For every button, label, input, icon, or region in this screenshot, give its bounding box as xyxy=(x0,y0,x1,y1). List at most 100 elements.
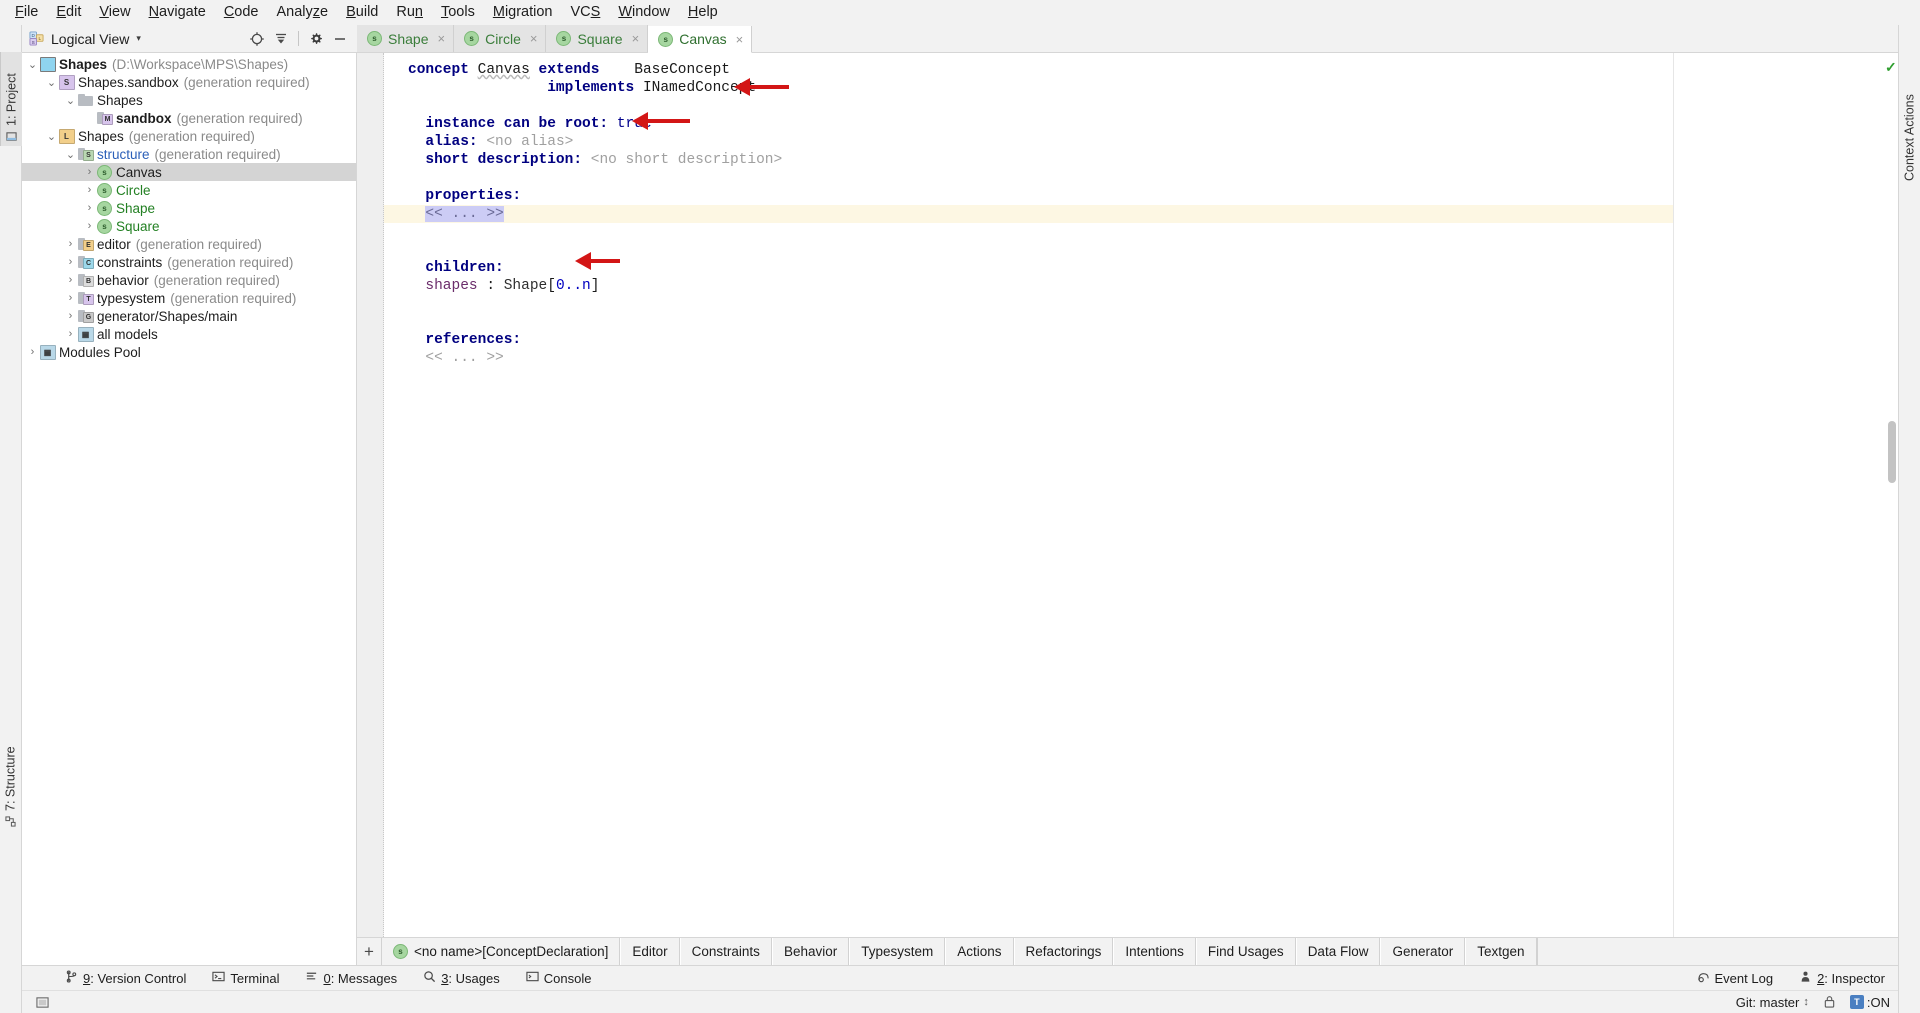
tree-row[interactable]: › s Circle xyxy=(22,181,356,199)
tree-row[interactable]: › s Square xyxy=(22,217,356,235)
menu-item-build[interactable]: Build xyxy=(337,2,387,23)
chevron-down-icon[interactable]: ⌄ xyxy=(45,76,58,89)
tree-row[interactable]: › ▦ all models xyxy=(22,325,356,343)
code-line[interactable]: instance can be root: true xyxy=(384,115,1673,133)
chevron-down-icon[interactable]: ⌄ xyxy=(26,58,39,71)
error-stripe[interactable]: ✓ xyxy=(1884,53,1898,937)
project-tree[interactable]: ⌄ Shapes (D:\Workspace\MPS\Shapes) ⌄ S Shapes… xyxy=(22,53,357,965)
tree-row[interactable]: › Bbehavior (generation required) xyxy=(22,271,356,289)
close-icon[interactable]: × xyxy=(530,31,538,46)
editor-scrollbar-thumb[interactable] xyxy=(1888,421,1896,483)
settings-gear-icon[interactable] xyxy=(305,28,327,50)
code-line[interactable]: short description: <no short description… xyxy=(384,151,1673,169)
tree-row[interactable]: ⌄ L Shapes (generation required) xyxy=(22,127,356,145)
hide-panel-icon[interactable] xyxy=(329,28,351,50)
code-line[interactable]: implements INamedConcept xyxy=(384,79,1673,97)
tool-button-9-version-control[interactable]: 9: Version Control xyxy=(52,970,199,986)
code-line[interactable]: << ... >> xyxy=(384,205,1673,223)
chevron-right-icon[interactable]: › xyxy=(26,346,39,358)
node-tab-refactorings[interactable]: Refactorings xyxy=(1013,938,1114,965)
chevron-down-icon[interactable]: ⌄ xyxy=(64,148,77,161)
menu-item-vcs[interactable]: VCS xyxy=(562,2,610,23)
tool-button-event-log[interactable]: Event Log xyxy=(1684,970,1787,986)
chevron-right-icon[interactable]: › xyxy=(83,220,96,232)
tree-row[interactable]: ⌄ Shapes (D:\Workspace\MPS\Shapes) xyxy=(22,55,356,73)
code-line[interactable] xyxy=(384,223,1673,241)
node-tab-intentions[interactable]: Intentions xyxy=(1113,938,1196,965)
sidebar-tab-structure[interactable]: 7: Structure xyxy=(0,737,21,831)
node-tab-actions[interactable]: Actions xyxy=(945,938,1014,965)
tree-row[interactable]: Msandbox (generation required) xyxy=(22,109,356,127)
tool-button-2-inspector[interactable]: 2: Inspector xyxy=(1786,970,1898,986)
code-line[interactable] xyxy=(384,241,1673,259)
editor-tab-circle[interactable]: s Circle × xyxy=(454,25,547,52)
editor-tab-shape[interactable]: s Shape × xyxy=(357,25,455,52)
menu-item-file[interactable]: File xyxy=(6,2,47,23)
chevron-down-icon[interactable]: ⌄ xyxy=(64,94,77,107)
tree-row[interactable]: › Ggenerator/Shapes/main xyxy=(22,307,356,325)
code-line[interactable]: properties: xyxy=(384,187,1673,205)
tree-row[interactable]: ⌄ S Shapes.sandbox (generation required) xyxy=(22,73,356,91)
menu-item-help[interactable]: Help xyxy=(679,2,727,23)
tool-button-terminal[interactable]: Terminal xyxy=(199,970,292,986)
tree-row[interactable]: › s Canvas xyxy=(22,163,356,181)
add-aspect-button[interactable]: + xyxy=(357,938,381,965)
node-tab-no-name-conceptdeclaration[interactable]: s <no name>[ConceptDeclaration] xyxy=(381,938,621,965)
close-icon[interactable]: × xyxy=(736,32,744,47)
tool-button-0-messages[interactable]: 0: Messages xyxy=(292,970,410,986)
tree-row[interactable]: › Cconstraints (generation required) xyxy=(22,253,356,271)
node-tab-textgen[interactable]: Textgen xyxy=(1465,938,1537,965)
node-tab-editor[interactable]: Editor xyxy=(620,938,680,965)
tree-row[interactable]: › Eeditor (generation required) xyxy=(22,235,356,253)
node-tab-data-flow[interactable]: Data Flow xyxy=(1295,938,1381,965)
close-icon[interactable]: × xyxy=(632,31,640,46)
code-line[interactable]: << ... >> xyxy=(384,349,1673,367)
code-line[interactable] xyxy=(384,295,1673,313)
menu-item-code[interactable]: Code xyxy=(215,2,268,23)
tool-button-3-usages[interactable]: 3: Usages xyxy=(410,970,513,986)
chevron-right-icon[interactable]: › xyxy=(64,328,77,340)
chevron-right-icon[interactable]: › xyxy=(64,310,77,322)
close-icon[interactable]: × xyxy=(437,31,445,46)
code-line[interactable] xyxy=(384,313,1673,331)
menu-item-navigate[interactable]: Navigate xyxy=(140,2,215,23)
code-line[interactable]: alias: <no alias> xyxy=(384,133,1673,151)
node-tab-find-usages[interactable]: Find Usages xyxy=(1195,938,1296,965)
chevron-right-icon[interactable]: › xyxy=(64,292,77,304)
node-tab-behavior[interactable]: Behavior xyxy=(771,938,850,965)
code-area[interactable]: concept Canvas extends BaseConcept imple… xyxy=(384,53,1673,937)
node-tab-generator[interactable]: Generator xyxy=(1380,938,1466,965)
code-line[interactable] xyxy=(384,97,1673,115)
menu-item-analyze[interactable]: Analyze xyxy=(268,2,338,23)
git-branch-widget[interactable]: Git: master ↕ xyxy=(1736,995,1809,1010)
code-line[interactable]: concept Canvas extends BaseConcept xyxy=(384,61,1673,79)
code-line[interactable]: shapes : Shape[0..n] xyxy=(384,277,1673,295)
menu-item-edit[interactable]: Edit xyxy=(47,2,90,23)
sidebar-tab-context-actions[interactable]: Context Actions xyxy=(1899,52,1920,185)
node-tab-typesystem[interactable]: Typesystem xyxy=(849,938,946,965)
chevron-down-icon[interactable]: ⌄ xyxy=(45,130,58,143)
tool-button-console[interactable]: Console xyxy=(513,970,605,986)
node-tab-constraints[interactable]: Constraints xyxy=(679,938,772,965)
code-line[interactable]: children: xyxy=(384,259,1673,277)
typing-assist-widget[interactable]: T :ON xyxy=(1849,995,1890,1010)
collapse-all-icon[interactable] xyxy=(270,28,292,50)
tree-row[interactable]: › s Shape xyxy=(22,199,356,217)
chevron-right-icon[interactable]: › xyxy=(64,256,77,268)
chevron-down-icon[interactable]: ▾ xyxy=(136,33,141,44)
chevron-right-icon[interactable]: › xyxy=(83,166,96,178)
memory-indicator-icon[interactable] xyxy=(36,996,49,1009)
lock-icon[interactable] xyxy=(1823,995,1836,1009)
tree-row[interactable]: › ▦ Modules Pool xyxy=(22,343,356,361)
locate-icon[interactable] xyxy=(246,28,268,50)
sidebar-tab-project[interactable]: 1: Project xyxy=(0,52,22,146)
chevron-right-icon[interactable]: › xyxy=(64,238,77,250)
menu-item-migration[interactable]: Migration xyxy=(484,2,562,23)
editor-tab-canvas[interactable]: s Canvas × xyxy=(648,26,753,53)
editor-tab-square[interactable]: s Square × xyxy=(546,25,649,52)
menu-item-run[interactable]: Run xyxy=(387,2,432,23)
code-line[interactable]: references: xyxy=(384,331,1673,349)
chevron-right-icon[interactable]: › xyxy=(83,184,96,196)
menu-item-window[interactable]: Window xyxy=(609,2,679,23)
tree-row[interactable]: › Ttypesystem (generation required) xyxy=(22,289,356,307)
